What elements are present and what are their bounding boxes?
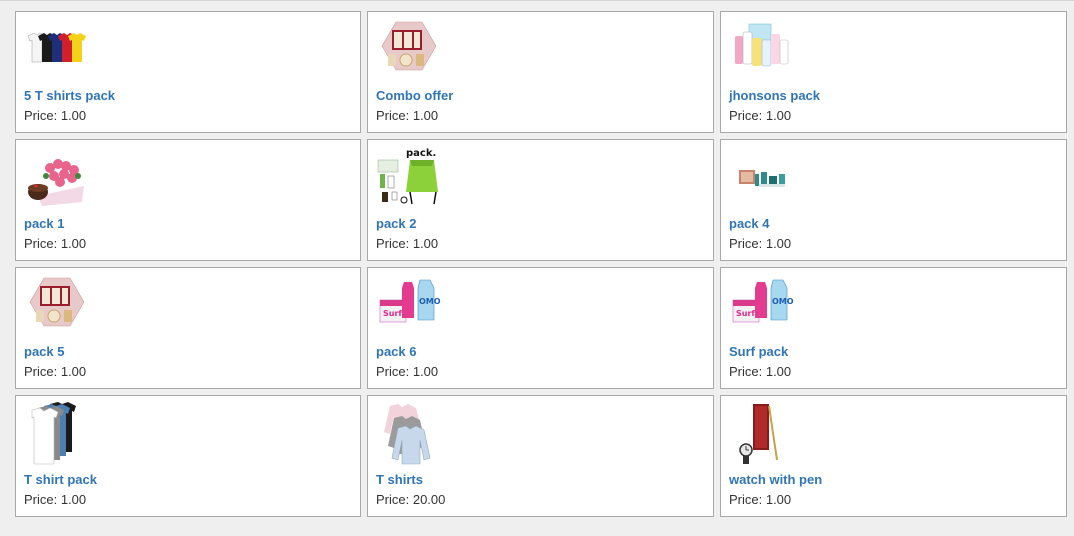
svg-text:Surf: Surf	[736, 309, 755, 318]
svg-text:OMO: OMO	[772, 297, 794, 306]
product-card[interactable]: pack 1 Price: 1.00	[15, 139, 361, 261]
product-price: Price: 1.00	[729, 364, 792, 379]
product-card[interactable]: pack 5 Price: 1.00	[15, 267, 361, 389]
gift-box-image[interactable]	[376, 18, 442, 82]
product-price: Price: 1.00	[24, 492, 87, 507]
stacked-tshirts-image[interactable]	[24, 402, 90, 466]
svg-text:Surf: Surf	[383, 309, 402, 318]
detergent-image[interactable]: Surf OMO	[376, 274, 442, 338]
product-card[interactable]: Surf OMO pack 6 Price: 1.00	[367, 267, 714, 389]
product-card[interactable]: pack. pack 2 Price: 1.00	[367, 139, 714, 261]
product-price: Price: 1.00	[24, 364, 87, 379]
product-card[interactable]: 5 T shirts pack Price: 1.00	[15, 11, 361, 133]
product-name-link[interactable]: pack 2	[376, 216, 416, 231]
tshirts-pack-image[interactable]	[24, 18, 90, 82]
product-card[interactable]: jhonsons pack Price: 1.00	[720, 11, 1067, 133]
product-name-link[interactable]: T shirt pack	[24, 472, 97, 487]
flowers-cake-image[interactable]	[24, 146, 90, 210]
product-name-link[interactable]: jhonsons pack	[729, 88, 820, 103]
svg-text:OMO: OMO	[419, 297, 441, 306]
product-name-link[interactable]: pack 5	[24, 344, 64, 359]
product-price: Price: 1.00	[729, 492, 792, 507]
product-price: Price: 1.00	[376, 364, 439, 379]
long-sleeve-shirts-image[interactable]	[376, 402, 442, 466]
watch-pen-image[interactable]	[729, 402, 795, 466]
product-card[interactable]: watch with pen Price: 1.00	[720, 395, 1067, 517]
product-price: Price: 1.00	[729, 236, 792, 251]
product-card[interactable]: Combo offer Price: 1.00	[367, 11, 714, 133]
product-name-link[interactable]: pack 6	[376, 344, 416, 359]
product-price: Price: 1.00	[376, 108, 439, 123]
product-card[interactable]: Surf OMO Surf pack Price: 1.00	[720, 267, 1067, 389]
product-name-link[interactable]: 5 T shirts pack	[24, 88, 115, 103]
product-name-link[interactable]: T shirts	[376, 472, 423, 487]
product-card[interactable]: T shirts Price: 20.00	[367, 395, 714, 517]
product-name-link[interactable]: Surf pack	[729, 344, 788, 359]
product-price: Price: 1.00	[729, 108, 792, 123]
product-card[interactable]: pack 4 Price: 1.00	[720, 139, 1067, 261]
product-name-link[interactable]: Combo offer	[376, 88, 453, 103]
product-name-link[interactable]: pack 1	[24, 216, 64, 231]
detergent-image[interactable]: Surf OMO	[729, 274, 795, 338]
product-price: Price: 1.00	[24, 236, 87, 251]
product-price: Price: 20.00	[376, 492, 446, 507]
product-grid: 5 T shirts pack Price: 1.00 Combo offer …	[15, 11, 1067, 517]
pack-image-caption: pack.	[406, 148, 436, 159]
product-name-link[interactable]: watch with pen	[729, 472, 822, 487]
baby-care-image[interactable]	[729, 18, 795, 82]
bag-pack-image[interactable]: pack.	[376, 146, 442, 210]
product-price: Price: 1.00	[24, 108, 87, 123]
cosmetics-image[interactable]	[729, 146, 795, 210]
product-card[interactable]: T shirt pack Price: 1.00	[15, 395, 361, 517]
product-name-link[interactable]: pack 4	[729, 216, 769, 231]
gift-box-image[interactable]	[24, 274, 90, 338]
top-divider	[0, 0, 1074, 1]
product-price: Price: 1.00	[376, 236, 439, 251]
